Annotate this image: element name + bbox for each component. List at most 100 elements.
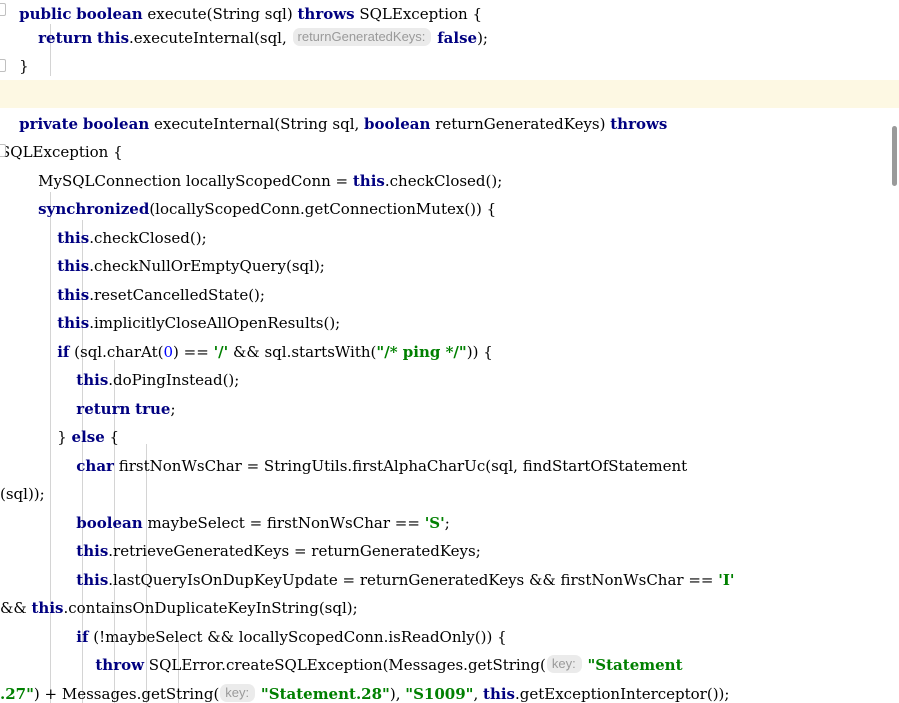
code-line[interactable]: } [0,52,899,80]
code-token-plain: SQLException { [354,5,483,23]
code-token-plain: (sql.charAt( [69,343,164,361]
code-token-str: "Statement [587,656,683,674]
code-token-plain: .resetCancelledState(); [89,286,265,304]
code-token-plain: (!maybeSelect && locallyScopedConn.isRea… [88,628,507,646]
code-token-kw: true [135,400,171,418]
code-token-kw: false [437,29,478,47]
code-token-plain: (locallyScopedConn.getConnectionMutex())… [149,200,497,218]
code-token-kw: boolean [364,115,431,133]
fold-marker-icon[interactable] [0,144,6,157]
code-line[interactable]: if (sql.charAt(0) == '/' && sql.startsWi… [0,338,899,366]
code-token-kw: this [76,571,109,589]
code-token-plain: SQLError.createSQLException(Messages.get… [144,656,546,674]
code-line[interactable]: throw SQLError.createSQLException(Messag… [0,651,899,679]
code-line[interactable]: private boolean executeInternal(String s… [0,110,899,138]
code-token-str: '/' [213,343,229,361]
code-line[interactable]: boolean maybeSelect = firstNonWsChar == … [0,509,899,537]
code-token-plain: .doPingInstead(); [108,371,240,389]
code-token-plain: .getExceptionInterceptor()); [515,685,730,703]
vertical-scrollbar-thumb[interactable] [892,126,897,186]
code-token-plain: ) == [173,343,214,361]
code-line[interactable]: this.doPingInstead(); [0,366,899,394]
code-line[interactable]: this.resetCancelledState(); [0,281,899,309]
code-token-str: .27" [0,685,34,703]
code-token-kw: return [38,29,93,47]
code-token-plain: ); [477,29,488,47]
code-token-str: "/* ping */" [376,343,467,361]
code-token-kw: throws [297,5,355,23]
parameter-name-inlay-hint[interactable]: key: [546,655,582,673]
code-token-plain: .retrieveGeneratedKeys = returnGenerated… [108,542,481,560]
code-line[interactable]: char firstNonWsChar = StringUtils.firstA… [0,452,899,480]
parameter-name-inlay-hint[interactable]: key: [220,684,256,702]
code-line[interactable]: this.implicitlyCloseAllOpenResults(); [0,309,899,337]
code-token-str: 'S' [424,514,445,532]
code-line[interactable]: synchronized(locallyScopedConn.getConnec… [0,195,899,223]
code-editor[interactable]: public boolean execute(String sql) throw… [0,0,899,703]
code-token-kw: this [483,685,515,703]
code-token-plain: firstNonWsChar = StringUtils.firstAlphaC… [113,457,688,475]
code-token-plain: .containsOnDuplicateKeyInString(sql); [63,599,358,617]
code-line[interactable]: this.checkClosed(); [0,224,899,252]
code-line[interactable]: return this.executeInternal(sql, returnG… [0,24,899,52]
code-line[interactable]: MySQLConnection locallyScopedConn = this… [0,167,899,195]
code-token-kw: char [76,457,114,475]
code-token-plain: MySQLConnection locallyScopedConn = [0,172,353,190]
code-token-str: "Statement.28" [260,685,390,703]
fold-marker-icon[interactable] [0,3,6,16]
code-token-str: 'I' [718,571,735,589]
code-token-num: 0 [163,343,174,361]
code-token-kw: this [57,229,90,247]
code-token-kw: boolean [76,5,143,23]
code-line[interactable]: } else { [0,423,899,451]
code-line[interactable]: (sql)); [0,480,899,508]
code-token-kw: this [76,542,109,560]
code-token-kw: if [76,628,89,646]
code-token-plain: ), [389,685,406,703]
code-token-kw: boolean [82,115,150,133]
code-token-plain: maybeSelect = firstNonWsChar == [142,514,425,532]
code-token-kw: this [57,286,90,304]
code-token-str: "S1009" [405,685,474,703]
code-token-plain: (sql)); [0,485,45,503]
code-token-plain: .checkClosed(); [384,172,503,190]
code-token-plain: { [104,428,120,446]
code-token-kw: this [57,257,90,275]
code-line[interactable]: return true; [0,395,899,423]
code-token-plain: .executeInternal(sql, [129,29,292,47]
code-token-plain: , [473,685,484,703]
code-line[interactable]: this.retrieveGeneratedKeys = returnGener… [0,537,899,565]
code-line[interactable]: this.checkNullOrEmptyQuery(sql); [0,252,899,280]
code-token-plain: .lastQueryIsOnDupKeyUpdate = returnGener… [108,571,719,589]
code-line[interactable]: && this.containsOnDuplicateKeyInString(s… [0,594,899,622]
code-token-plain: } [0,428,72,446]
code-token-kw: public [19,5,72,23]
code-token-kw: private [19,115,79,133]
parameter-name-inlay-hint[interactable]: returnGeneratedKeys: [292,28,432,46]
code-token-plain: ; [444,514,450,532]
code-line[interactable]: if (!maybeSelect && locallyScopedConn.is… [0,623,899,651]
code-token-kw: this [97,29,130,47]
fold-marker-icon[interactable] [0,59,6,72]
code-token-kw: boolean [76,514,143,532]
code-token-plain: ) + Messages.getString( [33,685,220,703]
code-token-kw: this [31,599,64,617]
code-line[interactable]: this.lastQueryIsOnDupKeyUpdate = returnG… [0,566,899,594]
code-token-kw: throws [610,115,668,133]
vertical-scrollbar-track[interactable] [891,0,899,703]
code-line[interactable]: SQLException { [0,138,899,166]
code-line[interactable]: .27") + Messages.getString(key: "Stateme… [0,680,899,703]
